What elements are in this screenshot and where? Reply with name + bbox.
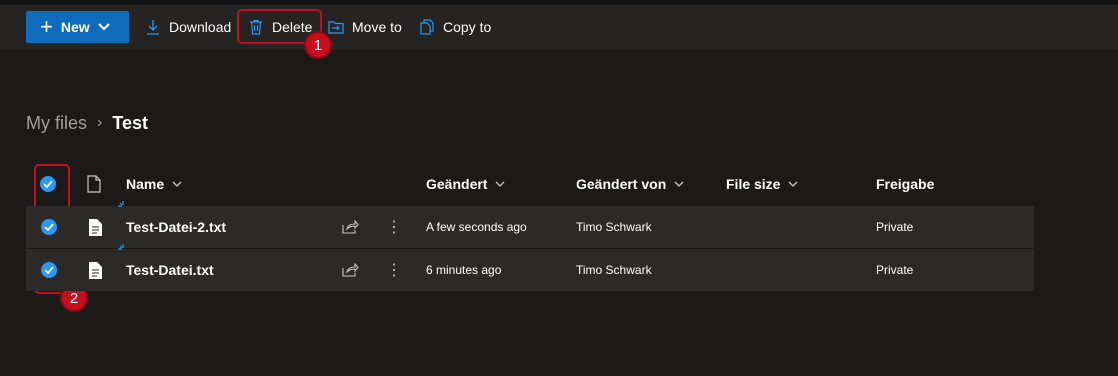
share-icon[interactable] (342, 249, 359, 291)
copy-to-label: Copy to (443, 19, 492, 35)
breadcrumb-current-folder: Test (112, 112, 149, 133)
copy-to-button[interactable]: Copy to (419, 11, 491, 43)
breadcrumb: My files › Test (26, 112, 148, 134)
file-type-header-icon (87, 168, 101, 200)
column-file-size-label: File size (726, 176, 781, 192)
download-button[interactable]: Download (145, 11, 231, 43)
more-options-icon[interactable]: ⋮ (386, 249, 402, 291)
select-all-checkbox[interactable] (40, 168, 56, 200)
modified-value: A few seconds ago (426, 220, 527, 234)
breadcrumb-my-files[interactable]: My files (26, 113, 87, 134)
modified-by-value: Timo Schwark (576, 263, 652, 277)
column-header-modified[interactable]: Geändert (426, 168, 505, 200)
chevron-down-icon (789, 181, 798, 187)
table-row[interactable]: Test-Datei.txt ⋮ 6 minutes ago Timo Schw… (26, 244, 1034, 291)
download-icon (147, 20, 159, 35)
modified-value: 6 minutes ago (426, 263, 502, 277)
callout-badge-1: 1 (304, 31, 332, 59)
text-file-icon (89, 249, 102, 291)
check-icon (40, 176, 56, 192)
modified-by-value: Timo Schwark (576, 220, 652, 234)
column-sharing-label: Freigabe (876, 176, 935, 192)
share-icon[interactable] (342, 206, 359, 248)
sharing-value: Private (876, 220, 914, 234)
column-header-name[interactable]: Name (126, 168, 182, 200)
column-header-file-size[interactable]: File size (726, 168, 798, 200)
column-name-label: Name (126, 176, 165, 192)
download-label: Download (169, 19, 232, 35)
check-icon (41, 219, 57, 235)
file-name-link[interactable]: Test-Datei.txt (126, 249, 214, 291)
column-header-sharing[interactable]: Freigabe (876, 168, 934, 200)
move-to-icon (328, 21, 344, 34)
copy-to-icon (420, 19, 434, 35)
row-checkbox[interactable] (41, 206, 57, 248)
file-name-link[interactable]: Test-Datei-2.txt (126, 206, 226, 248)
more-options-icon[interactable]: ⋮ (386, 206, 402, 248)
breadcrumb-separator-icon: › (97, 114, 103, 131)
column-modified-by-label: Geändert von (576, 176, 667, 192)
move-to-label: Move to (352, 19, 402, 35)
new-button-label: New (60, 19, 90, 35)
move-to-button[interactable]: Move to (328, 11, 402, 43)
row-checkbox[interactable] (41, 249, 57, 291)
chevron-down-icon (496, 181, 505, 187)
new-button[interactable]: + New (26, 11, 129, 43)
chevron-down-icon (172, 181, 182, 187)
plus-icon: + (40, 14, 53, 39)
chevron-down-icon (674, 181, 684, 187)
command-bar: + New Download Delete Move to Copy to (0, 5, 1118, 50)
sharing-value: Private (876, 263, 914, 277)
text-file-icon (89, 206, 102, 248)
table-row[interactable]: Test-Datei-2.txt ⋮ A few seconds ago Tim… (26, 201, 1034, 248)
column-modified-label: Geändert (426, 176, 488, 192)
chevron-down-icon (97, 23, 110, 31)
column-header-modified-by[interactable]: Geändert von (576, 168, 684, 200)
check-icon (41, 262, 57, 278)
